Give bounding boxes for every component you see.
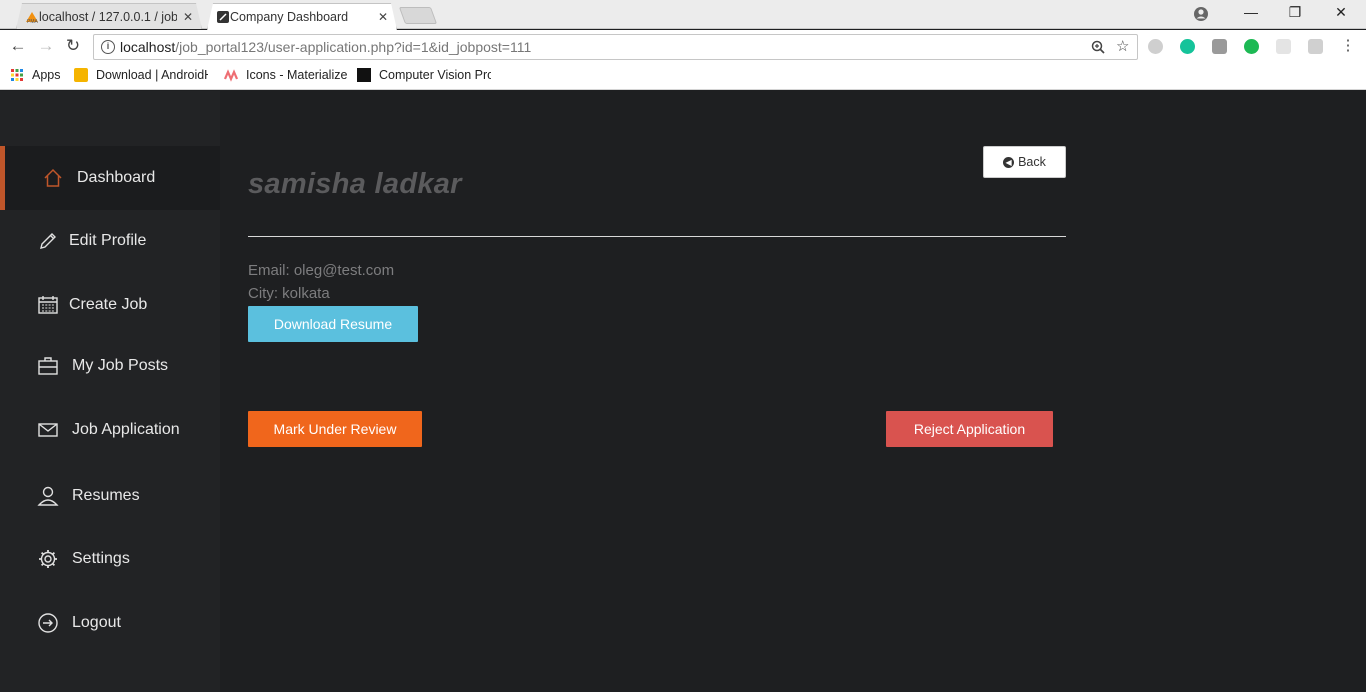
apps-grid-icon [11, 69, 23, 81]
page-favicon-icon [216, 10, 230, 24]
bookmark-computer-vision[interactable]: Computer Vision Proj [357, 68, 491, 82]
browser-toolbar: ← → ↻ i localhost/job_portal123/user-app… [0, 30, 1366, 63]
bookmark-label: Apps [32, 68, 61, 82]
address-bar[interactable]: i localhost/job_portal123/user-applicati… [93, 34, 1138, 60]
window-close-button[interactable]: ✕ [1331, 4, 1351, 21]
forward-arrow-icon[interactable]: → [36, 36, 56, 56]
video-extension-icon[interactable] [1308, 39, 1323, 54]
gear-icon [39, 550, 57, 568]
envelope-icon [38, 423, 58, 437]
applicant-email: Email: oleg@test.com [248, 262, 395, 279]
sidebar-item-my-job-posts[interactable]: My Job Posts [0, 334, 220, 398]
applicant-name: samisha ladkar [248, 168, 462, 200]
url-path: /job_portal123/user-application.php?id=1… [175, 39, 532, 55]
sidebar-item-create-job[interactable]: Create Job [0, 273, 220, 337]
back-button[interactable]: ◀ Back [983, 146, 1066, 178]
extension-icon[interactable] [1212, 39, 1227, 54]
bookmark-download-androidh[interactable]: Download | AndroidH [74, 68, 208, 82]
sidebar-item-label: Resumes [72, 487, 140, 504]
browser-tab-bar: PMA localhost / 127.0.0.1 / job ✕ Compan… [0, 0, 1366, 29]
calendar-icon [38, 296, 58, 314]
divider [248, 236, 1066, 237]
tab-title: localhost / 127.0.0.1 / job [39, 9, 177, 24]
new-tab-button[interactable] [398, 7, 438, 24]
back-arrow-icon[interactable]: ← [8, 36, 28, 56]
sidebar-item-label: Settings [72, 550, 130, 567]
materialize-icon [224, 69, 238, 82]
green-extension-icon[interactable] [1244, 39, 1259, 54]
sidebar-item-logout[interactable]: Logout [0, 591, 220, 655]
reject-application-button[interactable]: Reject Application [886, 411, 1053, 447]
user-icon [37, 486, 59, 506]
restore-button[interactable]: ❐ [1285, 4, 1305, 21]
skype-extension-icon[interactable] [1148, 39, 1163, 54]
browser-tab-phpmyadmin[interactable]: PMA localhost / 127.0.0.1 / job ✕ [16, 3, 202, 29]
sidebar-item-label: Edit Profile [69, 232, 147, 249]
androidh-icon [74, 68, 88, 82]
sidebar: Dashboard Edit Profile Create Job My Job… [0, 91, 220, 692]
briefcase-icon [38, 357, 58, 375]
bookmarks-bar: Apps Download | AndroidH Icons - Materia… [0, 63, 1366, 90]
menu-dots-icon[interactable]: ⋮ [1338, 36, 1358, 56]
sidebar-item-dashboard[interactable]: Dashboard [0, 146, 220, 210]
bookmark-icons-materialize[interactable]: Icons - Materialize [224, 68, 347, 82]
applicant-city: City: kolkata [248, 285, 330, 302]
arrow-circle-left-icon: ◀ [1003, 156, 1015, 168]
bookmark-apps[interactable]: Apps [10, 68, 61, 82]
home-icon [44, 168, 62, 187]
download-resume-button[interactable]: Download Resume [248, 306, 418, 342]
sidebar-item-label: Create Job [69, 296, 148, 313]
profile-icon[interactable] [1193, 6, 1209, 22]
sidebar-item-job-application[interactable]: Job Application [0, 398, 220, 462]
sidebar-item-settings[interactable]: Settings [0, 527, 220, 591]
sidebar-item-resumes[interactable]: Resumes [0, 464, 220, 528]
logout-icon [38, 613, 58, 633]
sidebar-item-label: Job Application [72, 421, 180, 438]
grammarly-extension-icon[interactable] [1180, 39, 1195, 54]
zoom-icon[interactable] [1091, 40, 1105, 54]
bookmark-label: Icons - Materialize [246, 68, 348, 82]
minimize-button[interactable]: — [1241, 4, 1261, 20]
url-host: localhost [120, 39, 176, 55]
back-button-label: Back [1018, 155, 1046, 169]
svg-text:PMA: PMA [27, 19, 39, 24]
browser-tab-company-dashboard[interactable]: Company Dashboard ✕ [207, 3, 397, 30]
sidebar-item-label: Logout [72, 614, 121, 631]
phpmyadmin-icon: PMA [25, 10, 39, 24]
reload-icon[interactable]: ↻ [63, 36, 83, 56]
close-icon[interactable]: ✕ [378, 10, 388, 24]
bookmark-label: Download | AndroidH [96, 68, 208, 82]
close-icon[interactable]: ✕ [183, 10, 193, 24]
main-content: samisha ladkar ◀ Back Email: oleg@test.c… [220, 91, 1366, 692]
pencil-icon [40, 233, 56, 249]
sidebar-item-edit-profile[interactable]: Edit Profile [0, 209, 220, 273]
tab-title: Company Dashboard [230, 10, 349, 24]
sidebar-item-label: Dashboard [77, 169, 156, 186]
star-icon[interactable]: ☆ [1116, 37, 1129, 55]
bookmark-label: Computer Vision Proj [379, 68, 491, 82]
mark-under-review-button[interactable]: Mark Under Review [248, 411, 422, 447]
info-icon[interactable]: i [101, 40, 115, 54]
terminal-icon [357, 68, 371, 82]
sidebar-item-label: My Job Posts [72, 357, 169, 374]
react-extension-icon[interactable] [1276, 39, 1291, 54]
